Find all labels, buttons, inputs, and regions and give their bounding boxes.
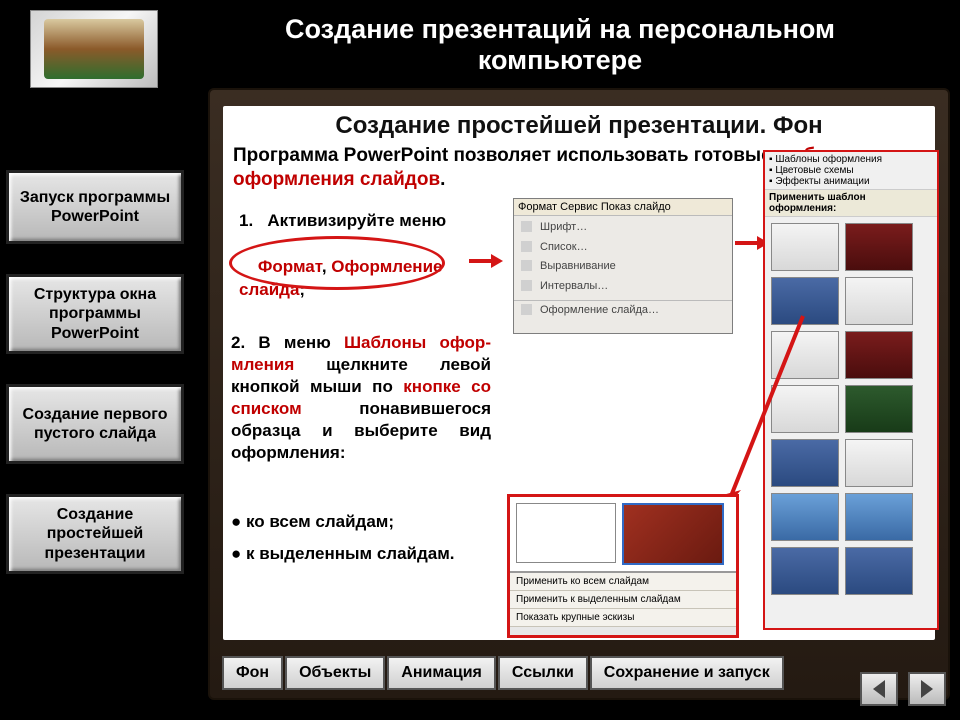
menu-item-slide-design: Оформление слайда… — [514, 300, 732, 321]
menu-item-list: Список… — [514, 238, 732, 258]
ctx-apply-all: Применить ко всем слайдам — [510, 573, 736, 591]
logo-frame — [30, 10, 158, 88]
tp-link-animation: Эффекты анимации — [769, 176, 933, 187]
sidebar-item-first-slide[interactable]: Создание первого пустого слайда — [6, 384, 184, 464]
chevron-left-icon — [873, 680, 885, 698]
context-thumb-selected — [622, 503, 724, 565]
tab-background[interactable]: Фон — [222, 656, 283, 690]
content-frame: Создание простейшей презентации. Фон Про… — [208, 88, 950, 700]
context-top — [510, 497, 736, 572]
menu-item-intervals: Интервалы… — [514, 277, 732, 297]
canvas-title: Создание простейшей презентации. Фон — [223, 112, 935, 140]
sidebar-item-window-structure[interactable]: Структура окна программы PowerPoint — [6, 274, 184, 354]
ctx-large-thumbs: Показать крупные эскизы — [510, 609, 736, 627]
template-thumb — [845, 493, 913, 541]
template-thumb — [845, 547, 913, 595]
format-menu-screenshot: Формат Сервис Показ слайдо Шрифт… Список… — [513, 198, 733, 334]
arrow-to-menu-icon — [469, 254, 503, 268]
menu-list: Шрифт… Список… Выравнивание Интервалы… О… — [514, 216, 732, 323]
bottom-tabs: Фон Объекты Анимация Ссылки Сохранение и… — [222, 656, 784, 690]
step1-number: 1. — [239, 211, 253, 230]
topbar: Создание презентаций на персональном ком… — [0, 0, 960, 84]
template-thumb — [845, 385, 913, 433]
next-button[interactable] — [908, 672, 946, 706]
chevron-right-icon — [921, 680, 933, 698]
tp-link-color-schemes: Цветовые схемы — [769, 165, 933, 176]
template-thumb — [845, 331, 913, 379]
bullet-selected-slides: ● к выделенным слайдам. — [231, 538, 511, 570]
nav-arrows — [860, 672, 946, 706]
main-title: Создание презентаций на персональном ком… — [200, 14, 920, 76]
step2-a: 2. В меню — [231, 333, 344, 352]
template-thumb — [771, 223, 839, 271]
diagonal-arrow-icon — [713, 306, 833, 526]
template-thumb — [845, 223, 913, 271]
menu-bar: Формат Сервис Показ слайдо — [514, 199, 732, 216]
sidebar-item-simple-presentation[interactable]: Создание простейшей презентации — [6, 494, 184, 574]
sidebar: Запуск программы PowerPoint Структура ок… — [6, 170, 192, 604]
ellipse-highlight — [229, 236, 445, 290]
tab-links[interactable]: Ссылки — [498, 656, 588, 690]
intro-prefix: Программа PowerPoint позволяет использов… — [233, 145, 777, 166]
tp-links: Шаблоны оформления Цветовые схемы Эффект… — [765, 152, 937, 189]
prev-button[interactable] — [860, 672, 898, 706]
context-menu: Применить ко всем слайдам Применить к вы… — [510, 572, 736, 627]
bullets: ● ко всем слайдам; ● к выделенным слайда… — [231, 506, 511, 571]
bookworm-logo-icon — [44, 19, 144, 79]
step1-text: Активизируйте меню — [267, 211, 446, 230]
menu-item-font: Шрифт… — [514, 218, 732, 238]
step2: 2. В меню Шаблоны офор­мления щелкните л… — [231, 332, 491, 465]
tab-animation[interactable]: Анимация — [387, 656, 496, 690]
tab-save-run[interactable]: Сохранение и запуск — [590, 656, 784, 690]
tp-apply-label: Применить шаблон оформления: — [765, 189, 937, 217]
canvas: Создание простейшей презентации. Фон Про… — [223, 106, 935, 640]
tp-link-templates: Шаблоны оформления — [769, 154, 933, 165]
context-menu-screenshot: Применить ко всем слайдам Применить к вы… — [507, 494, 739, 638]
template-thumb — [845, 277, 913, 325]
template-thumb — [771, 547, 839, 595]
ctx-apply-selected: Применить к выделенным слайдам — [510, 591, 736, 609]
context-thumb — [516, 503, 616, 563]
intro-suffix: . — [440, 169, 445, 190]
template-thumb — [845, 439, 913, 487]
menu-item-align: Выравнивание — [514, 257, 732, 277]
bullet-all-slides: ● ко всем слайдам; — [231, 506, 511, 538]
tab-objects[interactable]: Объекты — [285, 656, 385, 690]
sidebar-item-launch[interactable]: Запуск программы PowerPoint — [6, 170, 184, 244]
